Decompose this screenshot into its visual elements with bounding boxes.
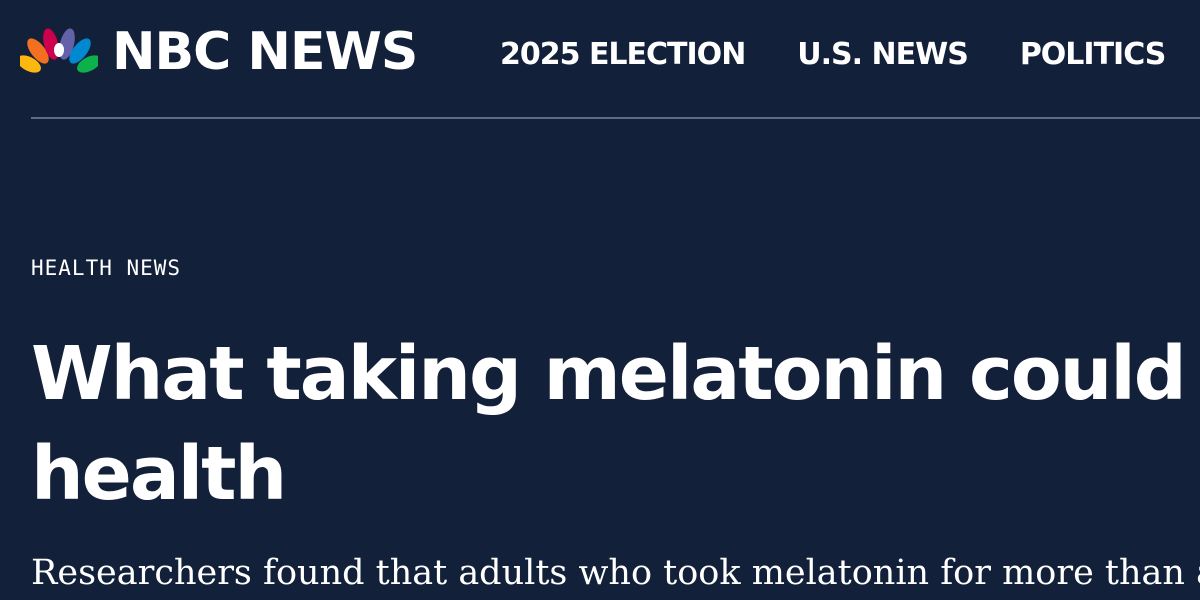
nbc-news-logo[interactable]: NBC NEWS bbox=[20, 22, 418, 82]
nav-item-2025-election[interactable]: 2025 ELECTION bbox=[500, 37, 746, 72]
article-dek: Researchers found that adults who took m… bbox=[31, 553, 1200, 593]
site-header: NBC NEWS 2025 ELECTION U.S. NEWS POLITIC… bbox=[0, 0, 1200, 118]
headline-line-1: What taking melatonin could rev bbox=[31, 331, 1200, 417]
nav-item-us-news[interactable]: U.S. NEWS bbox=[797, 37, 969, 72]
nav-item-politics[interactable]: POLITICS bbox=[1020, 37, 1167, 72]
nbc-news-wordmark: NBC NEWS bbox=[112, 22, 418, 82]
article-hero: HEALTH NEWS What taking melatonin could … bbox=[0, 119, 1200, 600]
category-label[interactable]: HEALTH NEWS bbox=[31, 255, 181, 281]
primary-nav: 2025 ELECTION U.S. NEWS POLITICS WO bbox=[500, 30, 1200, 78]
article-headline: What taking melatonin could rev health bbox=[31, 324, 1200, 524]
nbc-peacock-icon bbox=[20, 28, 98, 73]
headline-line-2: health bbox=[31, 431, 287, 517]
